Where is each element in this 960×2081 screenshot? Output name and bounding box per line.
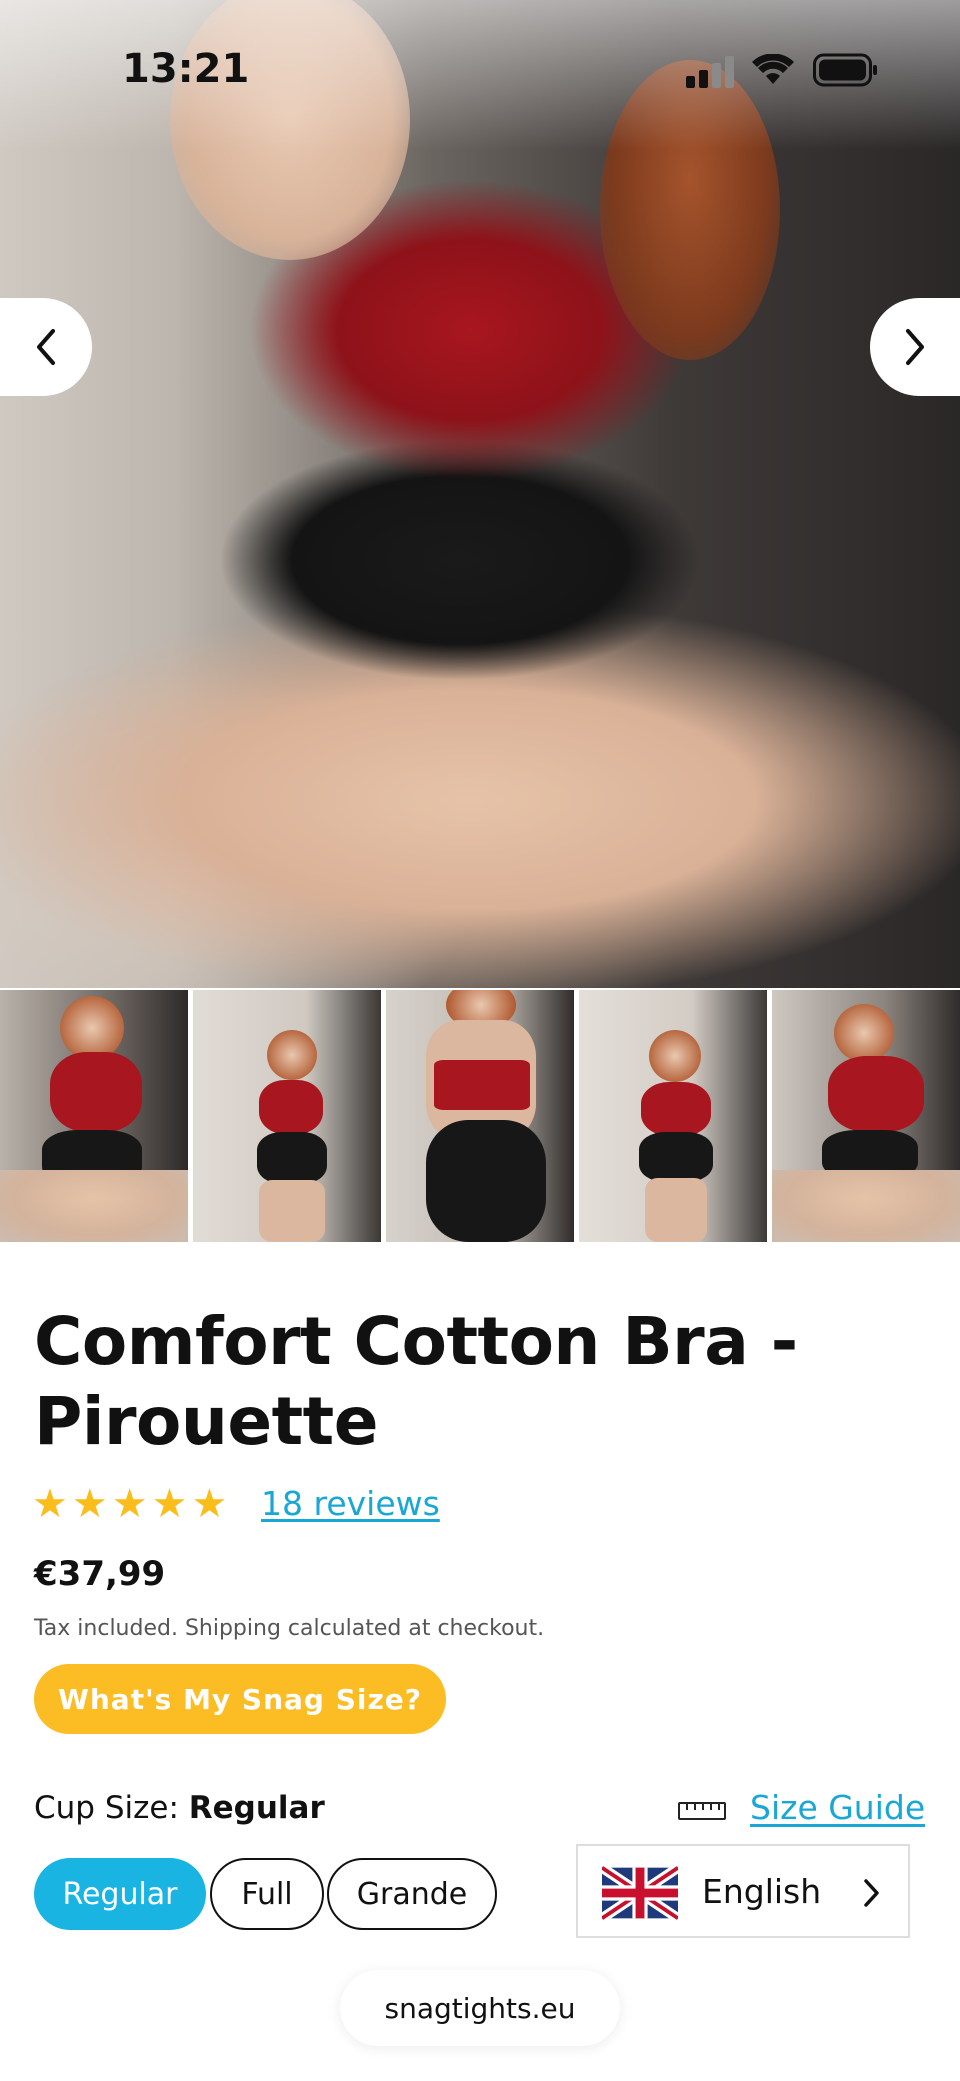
ruler-icon <box>678 1802 726 1820</box>
star-icon: ★ <box>191 1481 228 1527</box>
rating-stars[interactable]: ★ ★ ★ ★ ★ <box>32 1484 227 1524</box>
browser-url-bar[interactable]: snagtights.eu <box>340 1970 620 2046</box>
cup-size-option-grande[interactable]: Grande <box>327 1858 497 1930</box>
uk-flag-icon <box>602 1866 678 1920</box>
product-title: Comfort Cotton Bra - Pirouette <box>34 1302 914 1462</box>
battery-icon <box>813 53 877 87</box>
thumbnail-4[interactable] <box>579 990 767 1242</box>
status-time: 13:21 <box>122 46 250 92</box>
cup-size-option-full[interactable]: Full <box>210 1858 324 1930</box>
star-icon: ★ <box>151 1481 188 1527</box>
cup-size-label-text: Cup Size: <box>34 1790 179 1826</box>
product-title-line-2: Pirouette <box>34 1383 379 1460</box>
star-icon: ★ <box>32 1481 68 1527</box>
star-icon: ★ <box>111 1481 148 1527</box>
cup-size-option-regular[interactable]: Regular <box>34 1858 206 1930</box>
product-price: €37,99 <box>34 1554 166 1594</box>
gallery-next-button[interactable] <box>870 298 960 396</box>
chevron-right-icon <box>864 1879 879 1907</box>
signal-icon <box>686 52 736 88</box>
language-selector[interactable]: English <box>576 1844 910 1938</box>
product-title-line-1: Comfort Cotton Bra - <box>34 1303 798 1380</box>
tax-note: Tax included. Shipping calculated at che… <box>34 1616 545 1641</box>
chevron-left-icon <box>37 329 55 365</box>
thumbnail-3[interactable] <box>386 990 574 1242</box>
chevron-right-icon <box>906 329 924 365</box>
thumbnail-5[interactable] <box>772 990 960 1242</box>
cup-size-label: Cup Size: Regular <box>34 1790 325 1826</box>
thumbnail-strip <box>0 990 960 1242</box>
language-label: English <box>702 1872 822 1911</box>
snag-size-button[interactable]: What's My Snag Size? <box>34 1664 446 1734</box>
reviews-link[interactable]: 18 reviews <box>261 1484 440 1523</box>
status-icons <box>686 52 886 88</box>
star-icon: ★ <box>71 1481 108 1527</box>
thumbnail-2[interactable] <box>193 990 381 1242</box>
thumbnail-1[interactable] <box>0 990 188 1242</box>
wifi-icon <box>752 54 794 84</box>
cup-size-selected: Regular <box>188 1790 325 1826</box>
size-guide-link[interactable]: Size Guide <box>750 1788 925 1827</box>
product-main-image[interactable] <box>0 0 960 988</box>
